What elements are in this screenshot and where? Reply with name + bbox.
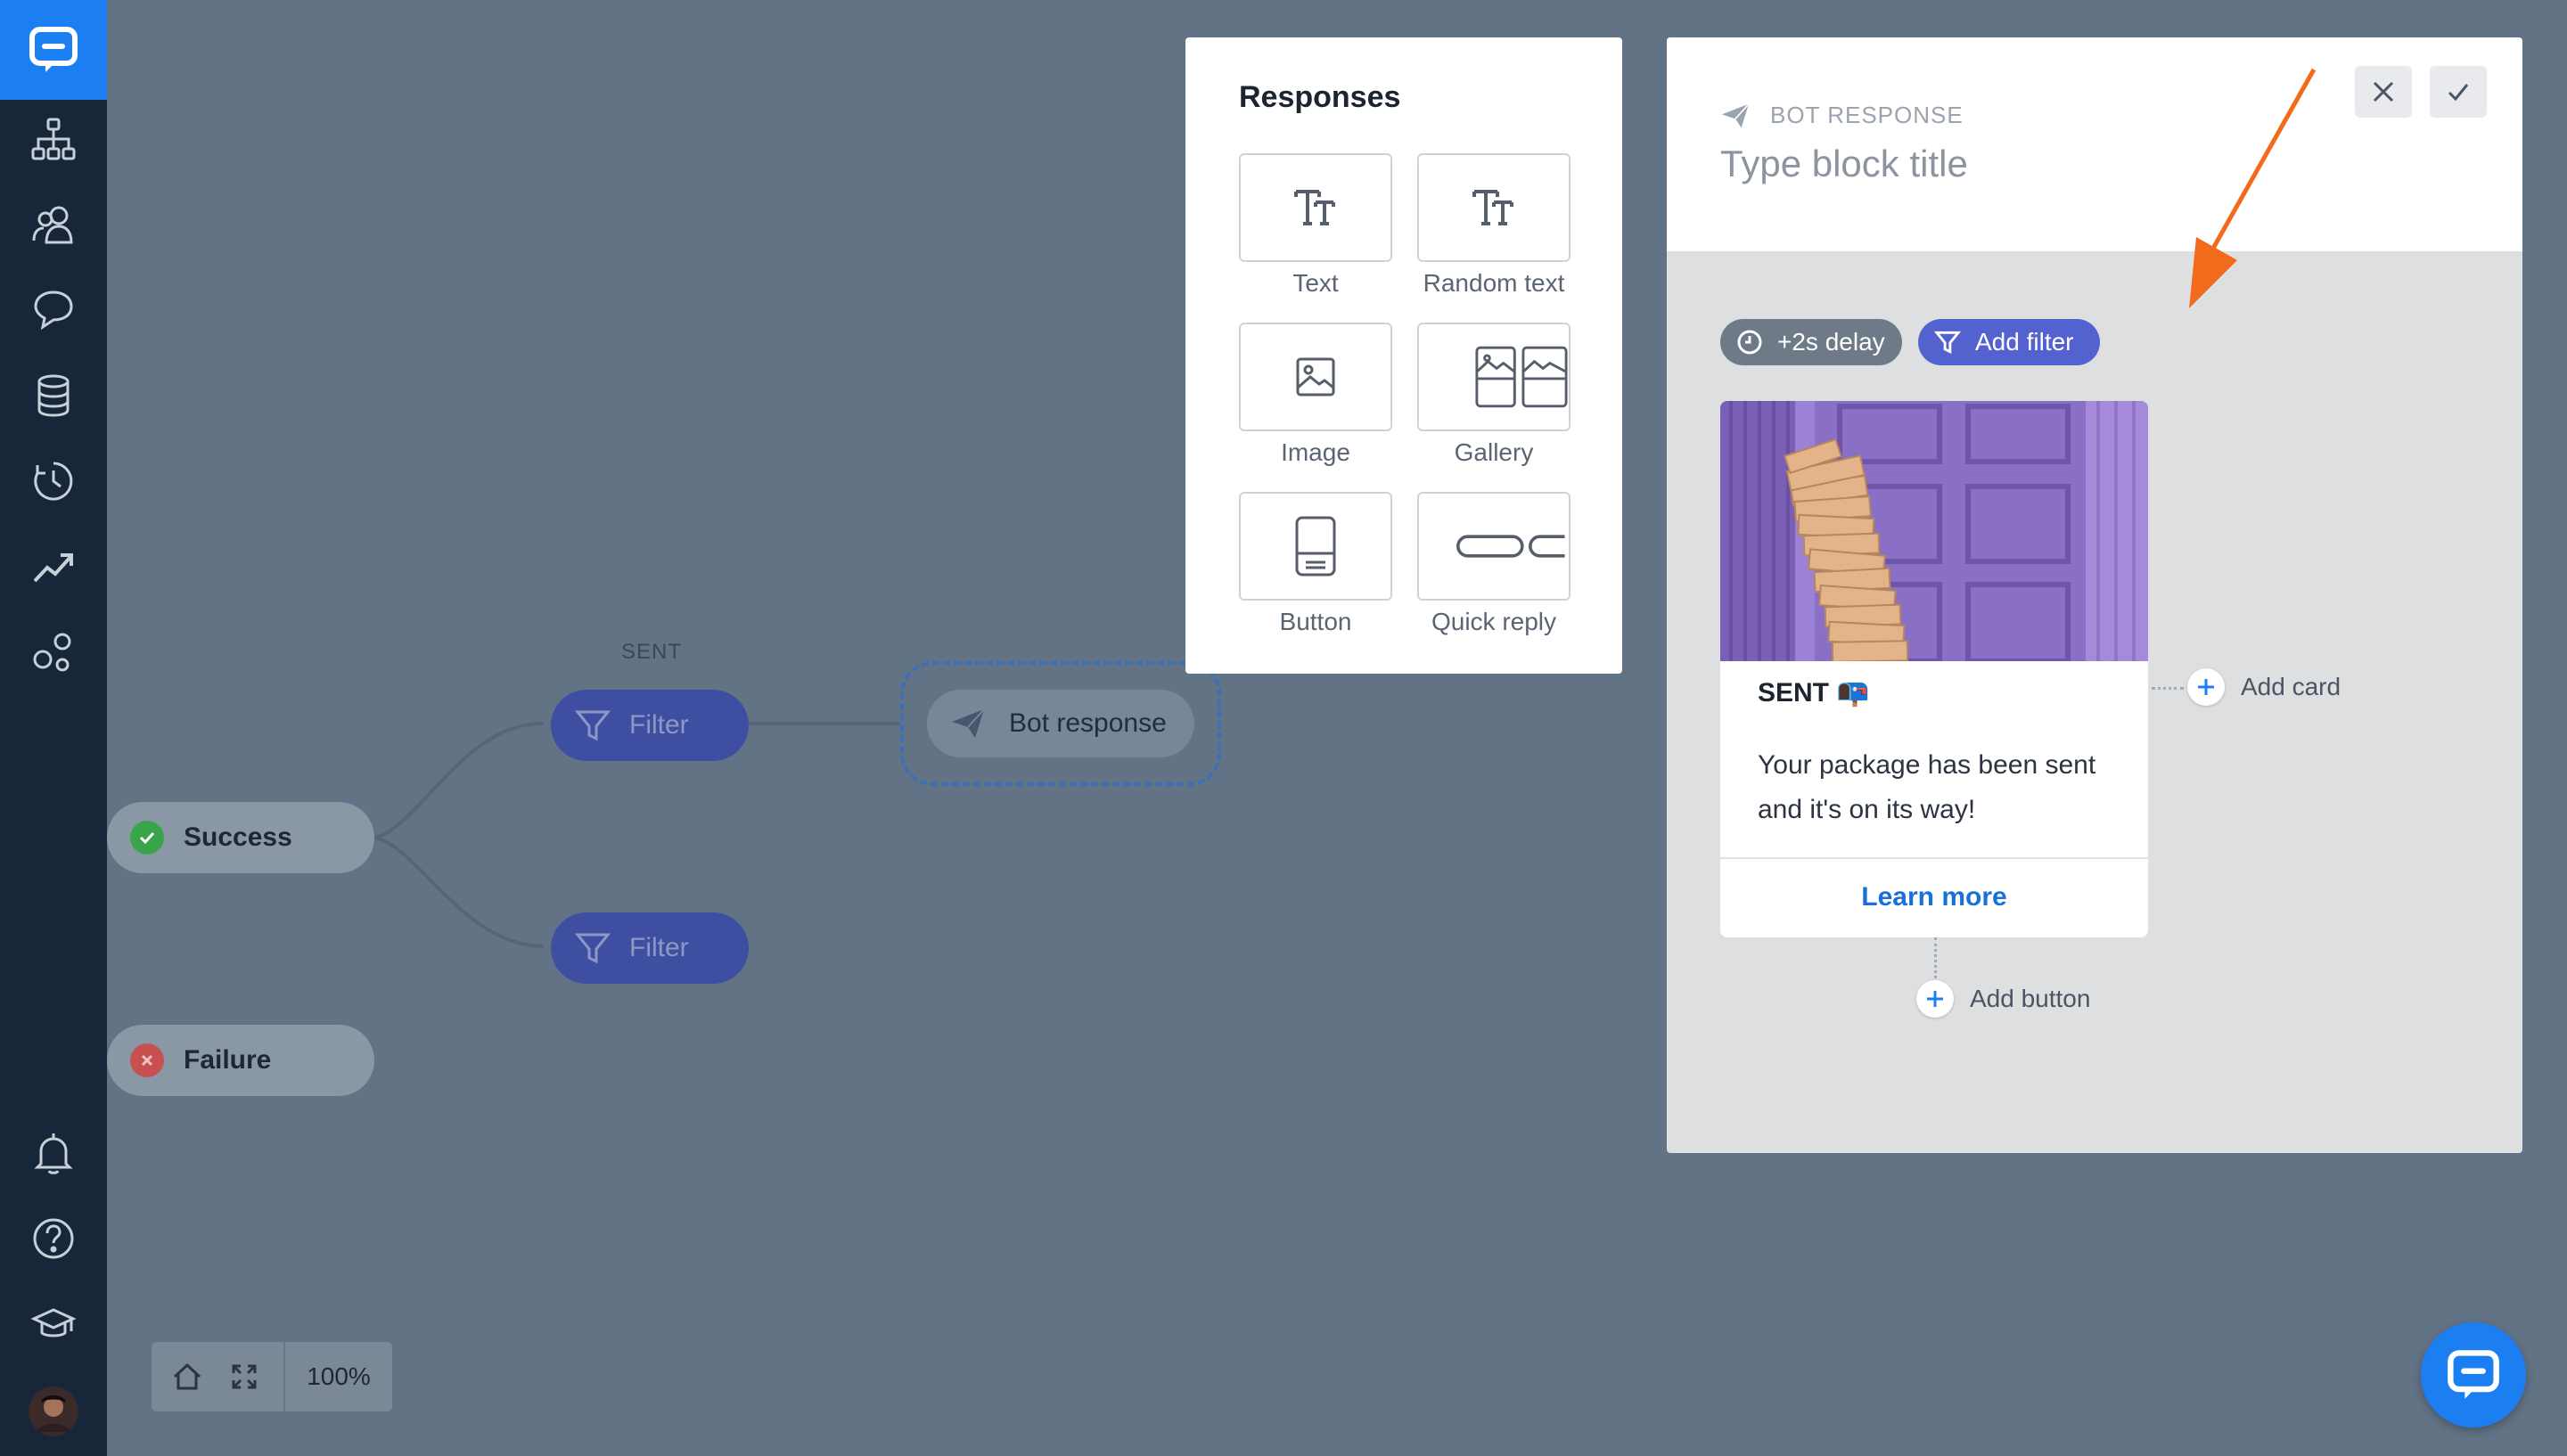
delay-chip[interactable]: +2s delay — [1720, 319, 1902, 365]
check-icon — [130, 821, 164, 855]
editor-kicker: BOT RESPONSE — [1720, 102, 1964, 129]
filter-icon — [574, 933, 611, 964]
card-title[interactable]: SENT 📭 — [1758, 677, 1870, 708]
chat-widget-button[interactable] — [2421, 1322, 2526, 1427]
send-icon — [952, 708, 985, 738]
fit-screen-button[interactable] — [216, 1342, 273, 1411]
add-filter-label: Add filter — [1975, 328, 2074, 356]
filter-label: Filter — [629, 710, 689, 740]
filter-node-1[interactable]: Filter — [551, 690, 749, 761]
failure-label: Failure — [184, 1045, 272, 1075]
check-icon — [2448, 84, 2469, 102]
response-random-text[interactable]: Random text — [1417, 153, 1571, 298]
block-title-input[interactable]: Type block title — [1720, 143, 1968, 185]
success-node[interactable]: Success — [107, 802, 374, 873]
failure-node[interactable]: Failure — [107, 1025, 374, 1096]
chat-icon — [2448, 1350, 2499, 1399]
card-body[interactable]: Your package has been sent and it's on i… — [1758, 743, 2132, 832]
filter-node-2[interactable]: Filter — [551, 912, 749, 984]
filter-label: Filter — [629, 933, 689, 962]
response-label: Text — [1292, 269, 1339, 297]
sent-label: SENT — [621, 640, 683, 664]
close-button[interactable] — [2355, 66, 2412, 118]
filter-icon — [1934, 331, 1961, 355]
delay-chip-label: +2s delay — [1777, 328, 1885, 356]
response-gallery[interactable]: Gallery — [1417, 323, 1571, 467]
add-button-label: Add button — [1970, 985, 2091, 1012]
response-button[interactable]: Button — [1239, 492, 1392, 636]
responses-title: Responses — [1239, 80, 1401, 114]
response-label: Random text — [1423, 269, 1565, 297]
response-label: Quick reply — [1431, 608, 1557, 635]
success-label: Success — [184, 822, 292, 852]
learn-more-button[interactable]: Learn more — [1720, 882, 2148, 912]
button-connector — [1934, 937, 1937, 984]
text-icon — [1294, 190, 1335, 225]
response-label: Gallery — [1454, 438, 1534, 466]
plus-icon — [2187, 668, 2225, 706]
editor-kicker-label: BOT RESPONSE — [1770, 102, 1964, 128]
zoom-controls: 100% — [152, 1342, 392, 1411]
card-divider — [1720, 857, 2148, 859]
card-image — [1720, 401, 2148, 661]
response-label: Image — [1281, 438, 1350, 466]
home-icon — [173, 1362, 201, 1390]
editor-header: BOT RESPONSE Type block title — [1667, 37, 2522, 251]
response-quick-reply[interactable]: Quick reply — [1417, 492, 1571, 636]
bot-response-node[interactable]: Bot response — [927, 690, 1194, 757]
add-card-label: Add card — [2241, 673, 2341, 700]
gallery-card[interactable]: SENT 📭 Your package has been sent and it… — [1720, 401, 2148, 937]
random-text-icon — [1472, 190, 1513, 225]
response-image[interactable]: Image — [1239, 323, 1392, 467]
responses-panel: Responses Text Random text Image Gallery… — [1185, 37, 1622, 674]
confirm-button[interactable] — [2430, 66, 2487, 118]
send-icon — [1722, 102, 1750, 127]
expand-icon — [232, 1364, 257, 1389]
card-connector — [2152, 687, 2184, 690]
quick-reply-icon — [1456, 535, 1565, 558]
gallery-icon — [1475, 346, 1568, 408]
zoom-level: 100% — [307, 1362, 371, 1390]
add-button-button[interactable]: Add button — [1916, 980, 2090, 1018]
plus-icon — [1916, 980, 1954, 1018]
button-icon — [1295, 516, 1336, 577]
response-text[interactable]: Text — [1239, 153, 1392, 298]
close-icon — [2373, 81, 2394, 102]
image-icon — [1296, 357, 1335, 397]
clock-icon — [1737, 330, 1762, 355]
response-label: Button — [1279, 608, 1352, 635]
add-card-button[interactable]: Add card — [2187, 668, 2341, 706]
cross-icon — [130, 1043, 164, 1077]
annotation-arrow — [2189, 68, 2317, 308]
bot-response-editor: BOT RESPONSE Type block title +2s delay … — [1667, 37, 2522, 1153]
bot-response-label: Bot response — [1009, 708, 1167, 738]
home-button[interactable] — [159, 1342, 216, 1411]
filter-icon — [574, 710, 611, 741]
add-filter-chip[interactable]: Add filter — [1918, 319, 2100, 365]
